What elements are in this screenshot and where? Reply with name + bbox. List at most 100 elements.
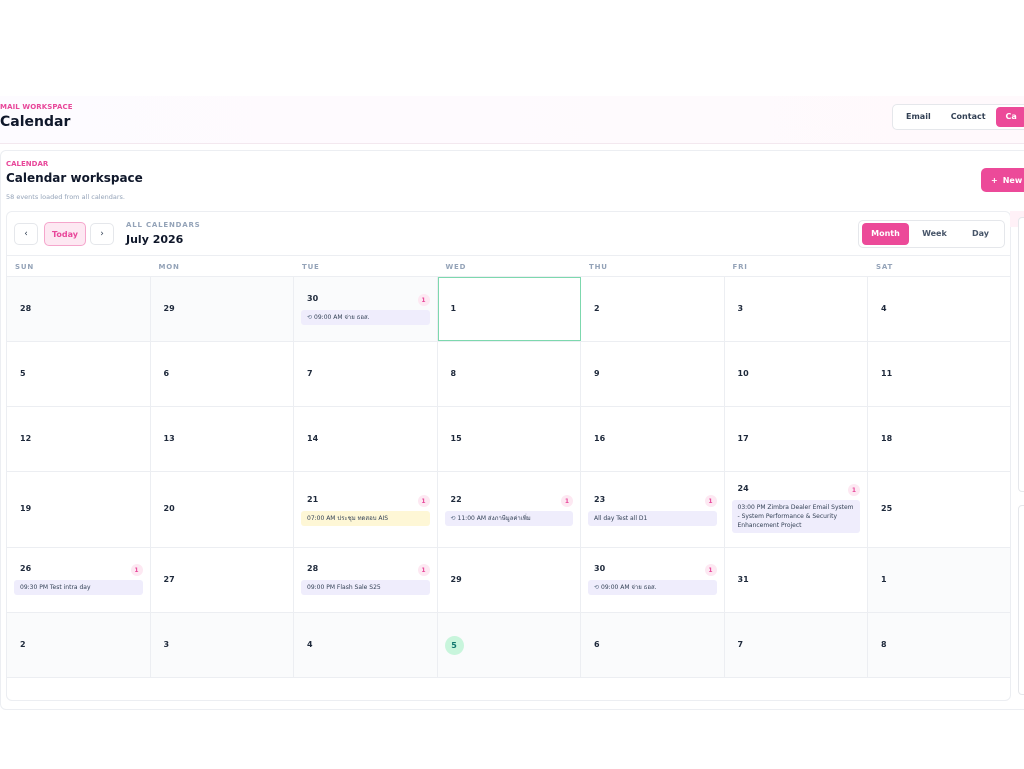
day-cell[interactable]: 2 (7, 613, 151, 677)
day-number: 1 (450, 303, 457, 313)
day-cell[interactable]: 3 (150, 613, 294, 677)
view-day-button[interactable]: Day (960, 223, 1001, 245)
day-cell[interactable]: 13 (150, 407, 294, 471)
day-cell[interactable]: 3 (724, 277, 868, 341)
calendar-event[interactable]: ⟲ 09:00 AM จ่าย ธอส. (301, 310, 430, 325)
day-number: 30 (594, 564, 606, 573)
day-cell[interactable]: 22 1 ⟲ 11:00 AM ส่งภาษีมูลค่าเพิ่ม (437, 472, 581, 547)
day-cell[interactable]: 19 (7, 472, 151, 547)
day-cell[interactable]: 26 1 09:30 PM Test intra day (7, 548, 151, 612)
app-kicker: MAIL WORKSPACE (0, 103, 73, 111)
chevron-left-icon: ‹ (24, 229, 28, 239)
recurring-icon: ⟲ (450, 515, 456, 522)
day-number: 13 (163, 433, 175, 443)
day-cell[interactable]: 11 (868, 342, 1010, 406)
day-cell[interactable]: 28 1 09:00 PM Flash Sale S25 (294, 548, 438, 612)
day-cell[interactable]: 10 (724, 342, 868, 406)
event-title: 09:00 PM Flash Sale S25 (307, 584, 381, 591)
day-number: 4 (881, 303, 887, 313)
day-cell[interactable]: 20 (150, 472, 294, 547)
day-cell[interactable]: 17 (724, 407, 868, 471)
calendar-event[interactable]: 09:30 PM Test intra day (14, 580, 143, 595)
day-number: 23 (594, 495, 606, 504)
day-cell[interactable]: 27 (150, 548, 294, 612)
day-number: 1 (881, 574, 887, 584)
day-cell[interactable]: 5 (437, 613, 581, 677)
day-number: 7 (737, 639, 744, 649)
day-cell[interactable]: 8 (868, 613, 1010, 677)
day-cell[interactable]: 1 (868, 548, 1010, 612)
workspace-title: Calendar workspace (6, 171, 143, 185)
day-number: 30 (307, 294, 319, 303)
event-title: 09:00 AM จ่าย ธอส. (601, 584, 657, 591)
day-number: 12 (20, 433, 32, 443)
nav-calendar-button[interactable]: Ca (995, 107, 1024, 127)
day-number: 26 (20, 564, 32, 573)
day-cell[interactable]: 7 (724, 613, 868, 677)
weekday-label: THU (589, 263, 608, 271)
today-button[interactable]: Today (44, 222, 86, 246)
event-count-badge: 1 (704, 564, 717, 576)
day-cell[interactable]: 16 (581, 407, 725, 471)
day-number: 20 (163, 504, 175, 513)
event-count-badge: 1 (561, 495, 573, 507)
day-cell[interactable]: 15 (437, 407, 581, 471)
day-number: 8 (881, 639, 887, 649)
day-cell[interactable]: 8 (437, 342, 581, 406)
day-number: 27 (163, 574, 175, 584)
day-cell[interactable]: 4 (868, 277, 1010, 341)
day-number: 14 (307, 433, 319, 443)
next-month-button[interactable]: › (90, 223, 114, 245)
day-cell[interactable]: 21 1 07:00 AM ประชุม ทดสอบ AIS (294, 472, 438, 547)
day-cell[interactable]: 24 1 03:00 PM Zimbra Dealer Email System -… (724, 472, 868, 547)
day-cell[interactable]: 31 (724, 548, 868, 612)
day-cell[interactable]: 14 (294, 407, 438, 471)
calendar-event[interactable]: 09:00 PM Flash Sale S25 (301, 580, 430, 595)
day-cell[interactable]: 30 1 ⟲ 09:00 AM จ่าย ธอส. (294, 277, 438, 341)
day-cell[interactable]: 25 (868, 472, 1010, 547)
calendar-event[interactable]: ⟲ 09:00 AM จ่าย ธอส. (588, 580, 717, 595)
day-number: 9 (594, 368, 600, 378)
day-cell[interactable]: 2 (581, 277, 725, 341)
day-cell[interactable]: 6 (581, 613, 725, 677)
day-cell[interactable]: 5 (7, 342, 151, 406)
day-number: 5 (20, 368, 26, 378)
day-cell[interactable]: 9 (581, 342, 725, 406)
month-grid: 28 29 30 1 ⟲ 09:00 AM จ่าย ธอส. 1 2 3 4 5 6 7 8 9 10 11 1… (7, 277, 1010, 678)
new-event-button[interactable]: + New (981, 168, 1024, 192)
weekday-label: SUN (15, 263, 34, 271)
view-week-button[interactable]: Week (911, 223, 958, 245)
calendar-event[interactable]: 07:00 AM ประชุม ทดสอบ AIS (301, 511, 430, 526)
view-month-button[interactable]: Month (862, 223, 909, 245)
recurring-icon: ⟲ (307, 314, 313, 321)
day-number: 4 (307, 639, 313, 649)
day-cell[interactable]: 6 (150, 342, 294, 406)
nav-contact-button[interactable]: Contact (941, 107, 996, 127)
event-title: 09:30 PM Test intra day (20, 584, 91, 591)
day-cell[interactable]: 1 (437, 277, 581, 341)
day-number: 25 (881, 504, 893, 513)
event-count-badge: 1 (130, 564, 143, 576)
day-cell[interactable]: 30 1 ⟲ 09:00 AM จ่าย ธอส. (581, 548, 725, 612)
day-cell[interactable]: 28 (7, 277, 151, 341)
day-number: 28 (20, 303, 32, 313)
day-cell[interactable]: 12 (7, 407, 151, 471)
day-number: 11 (881, 368, 893, 378)
page-title: Calendar (0, 114, 71, 130)
day-number: 10 (737, 368, 749, 378)
day-number: 8 (450, 368, 457, 378)
calendar-event[interactable]: ⟲ 11:00 AM ส่งภาษีมูลค่าเพิ่ม (444, 511, 573, 526)
day-cell[interactable]: 4 (294, 613, 438, 677)
day-number: 2 (20, 639, 26, 649)
prev-month-button[interactable]: ‹ (14, 223, 38, 245)
calendar-event[interactable]: 03:00 PM Zimbra Dealer Email System - Sy… (731, 500, 860, 533)
day-cell[interactable]: 7 (294, 342, 438, 406)
day-cell[interactable]: 23 1 All day Test all D1 (581, 472, 725, 547)
day-cell[interactable]: 29 (437, 548, 581, 612)
day-cell[interactable]: 18 (868, 407, 1010, 471)
day-number: 6 (594, 639, 600, 649)
calendar-event[interactable]: All day Test all D1 (588, 511, 717, 526)
day-cell[interactable]: 29 (150, 277, 294, 341)
event-count-badge: 1 (417, 495, 430, 507)
nav-email-button[interactable]: Email (896, 107, 941, 127)
